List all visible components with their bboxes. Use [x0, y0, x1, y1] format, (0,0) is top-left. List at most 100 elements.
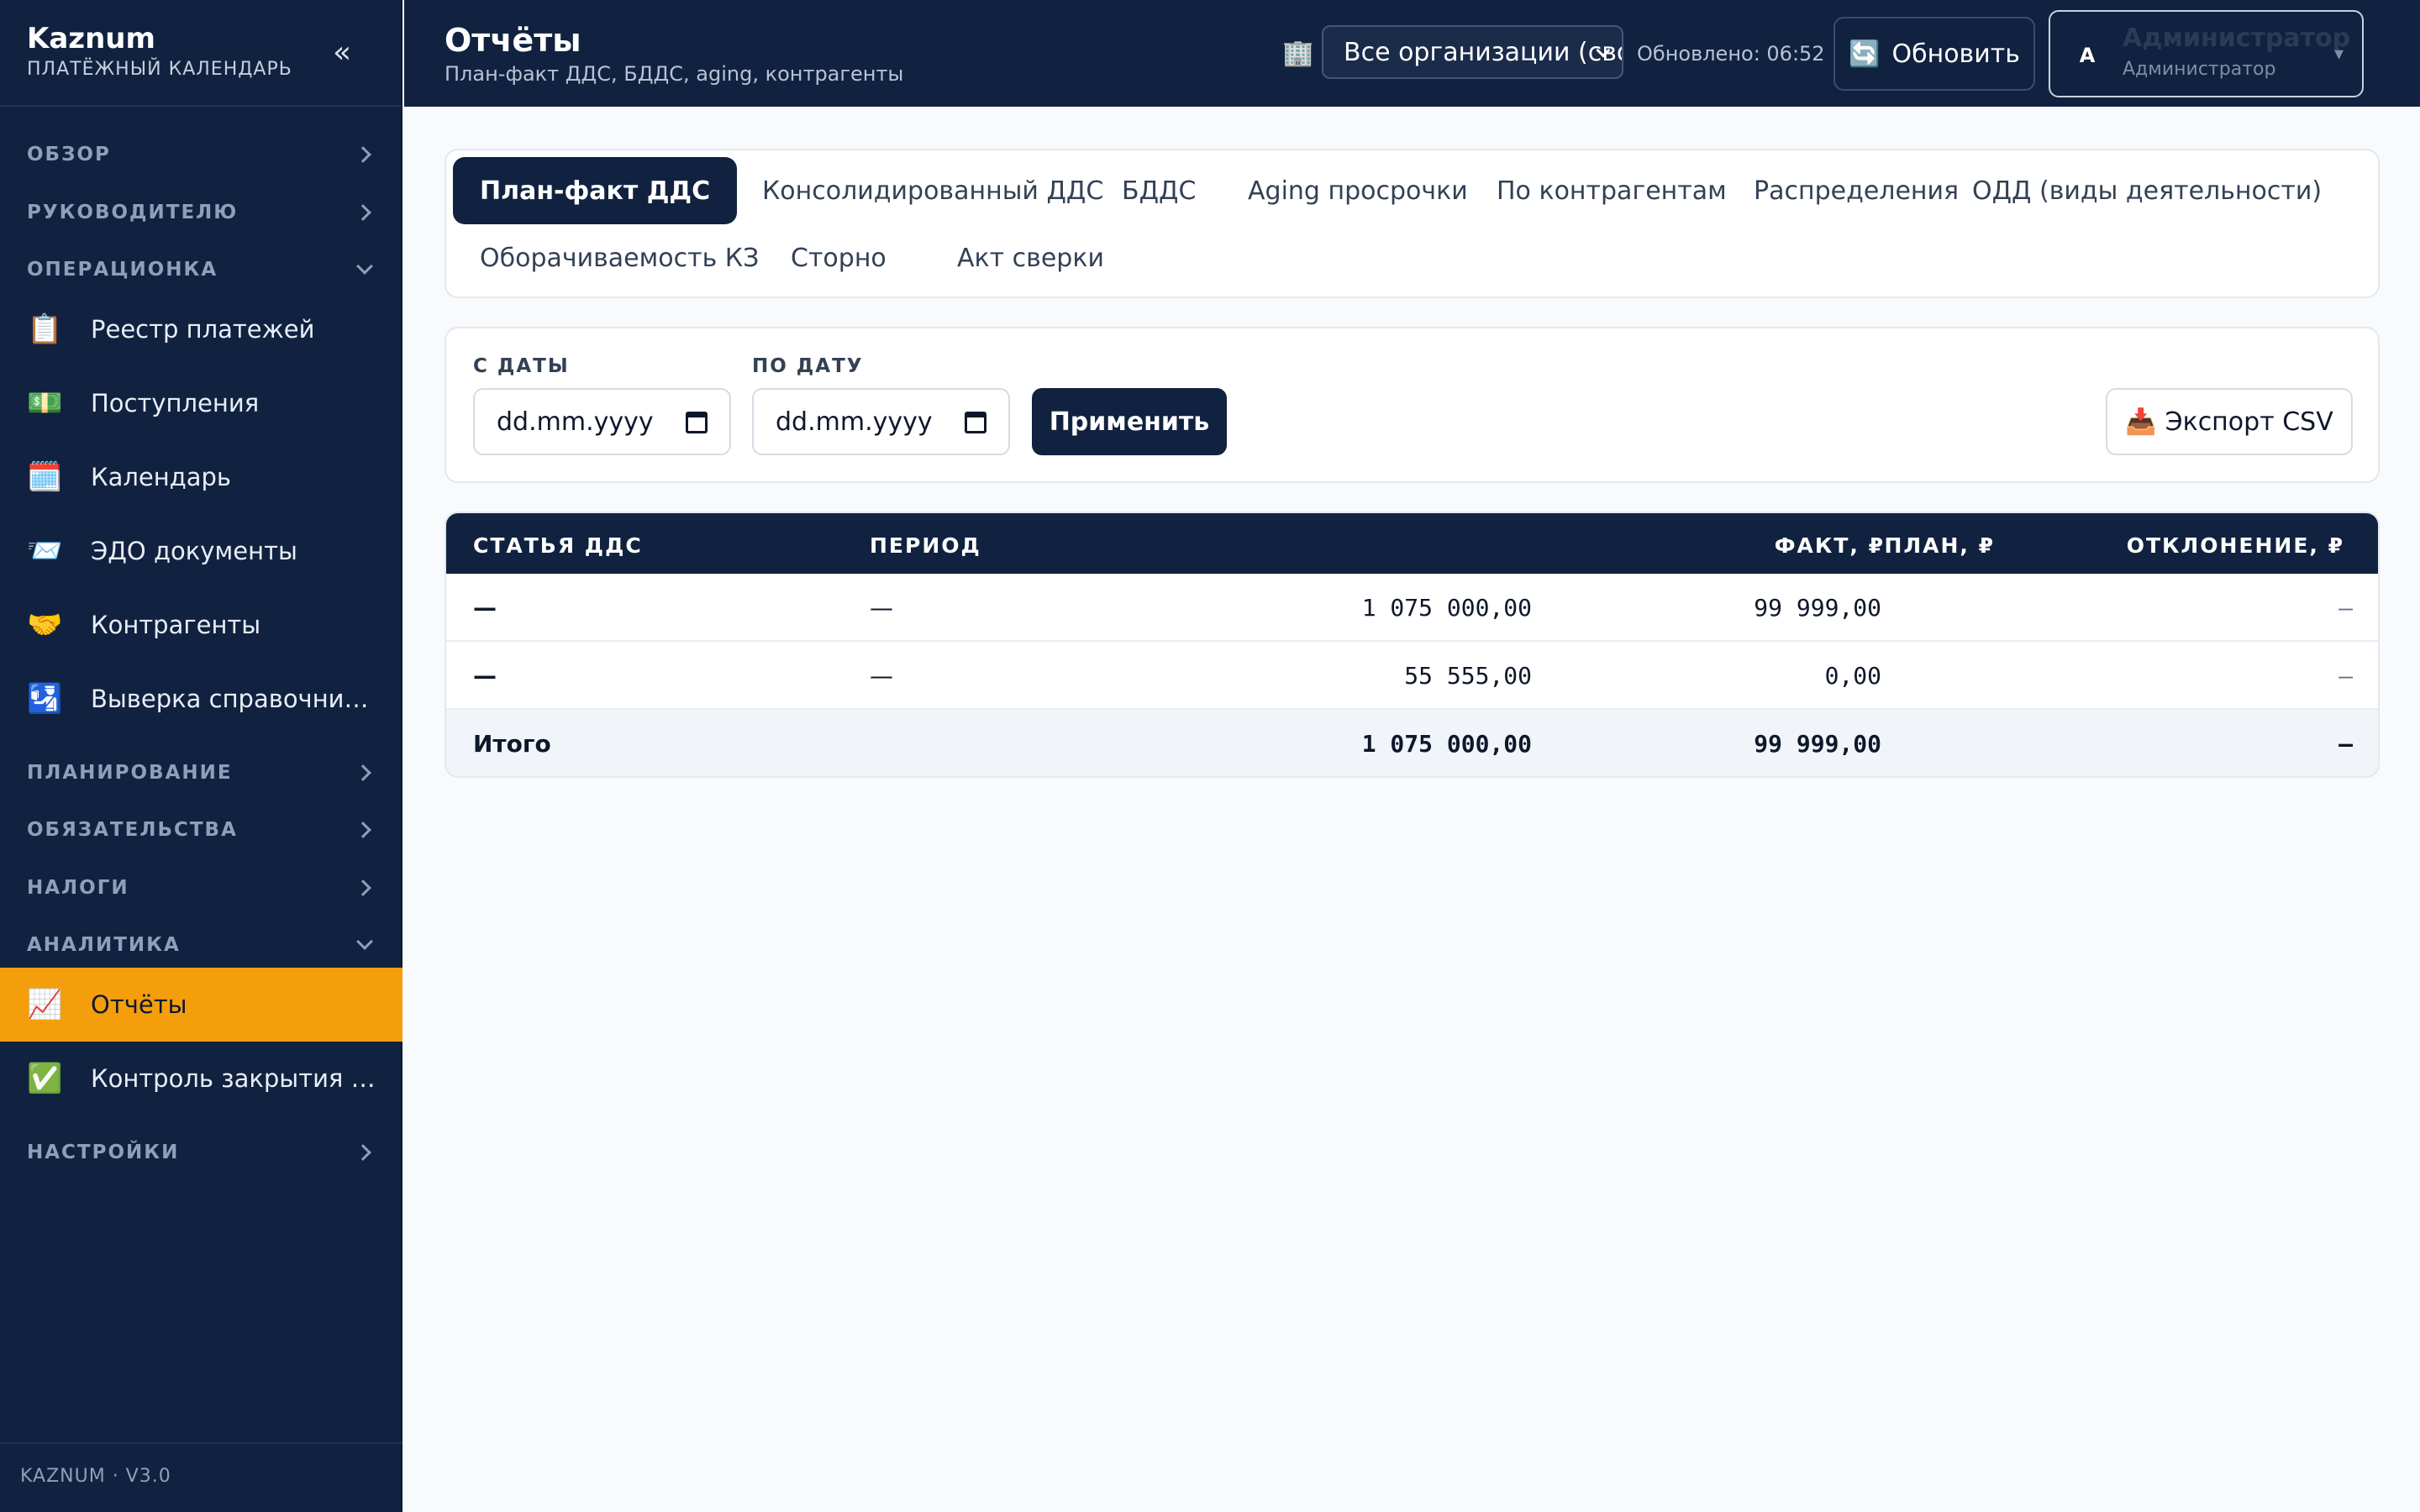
calendar-icon[interactable]: [965, 412, 986, 433]
sidebar-item-label: Контроль закрытия пе...: [91, 1064, 376, 1093]
inbox-tray-icon: 📥: [2125, 407, 2157, 437]
cell-period: —: [870, 594, 893, 622]
table-total-row: Итого 1 075 000,00 99 999,00 —: [446, 710, 2378, 776]
caret-down-icon: ▾: [2333, 44, 2344, 65]
tab-aging[interactable]: Aging просрочки: [1221, 157, 1495, 224]
office-building-icon: 🏢: [1282, 39, 1314, 68]
column-header-deviation[interactable]: ОТКЛОНЕНИЕ, ₽: [2127, 533, 2344, 558]
nav-section-label: НАСТРОЙКИ: [27, 1142, 180, 1163]
chevron-right-icon: [355, 822, 371, 838]
cell-period: —: [870, 662, 893, 690]
nav-section-label: ОПЕРАЦИОНКА: [27, 259, 218, 281]
table-row[interactable]: — — 1 075 000,00 99 999,00 —: [446, 574, 2378, 642]
nav-section-operations[interactable]: ОПЕРАЦИОНКА: [27, 253, 376, 286]
total-plan: 1 075 000,00: [1361, 730, 1532, 758]
cell-plan: 55 555,00: [1404, 662, 1532, 690]
tab-plan-fact[interactable]: План-факт ДДС: [453, 157, 738, 224]
money-icon: 💵: [27, 386, 63, 420]
sidebar-item-payments[interactable]: 📋 Реестр платежей: [0, 292, 402, 366]
page-subtitle: План-факт ДДС, БДДС, aging, контрагенты: [445, 62, 904, 86]
envelope-icon: 📨: [27, 534, 63, 568]
sidebar-item-edo[interactable]: 📨 ЭДО документы: [0, 514, 402, 588]
to-date-label: ПО ДАТУ: [752, 355, 864, 377]
nav-section-taxes[interactable]: НАЛОГИ: [27, 871, 376, 905]
clipboard-icon: 📋: [27, 312, 63, 346]
tab-reconciliation-act[interactable]: Акт сверки: [930, 224, 1131, 291]
tab-consolidated[interactable]: Консолидированный ДДС: [735, 157, 1130, 224]
column-header-period[interactable]: ПЕРИОД: [870, 533, 981, 558]
nav-section-label: РУКОВОДИТЕЛЮ: [27, 202, 239, 223]
brand-name: Kaznum: [27, 22, 155, 55]
chevron-right-icon: [355, 879, 371, 896]
sidebar-item-calendar[interactable]: 🗓️ Календарь: [0, 440, 402, 514]
sidebar-item-reports[interactable]: 📈 Отчёты: [0, 968, 402, 1042]
refresh-icon: 🔄: [1849, 39, 1881, 69]
tab-turnover[interactable]: Оборачиваемость КЗ: [453, 224, 786, 291]
total-fact: 99 999,00: [1754, 730, 1881, 758]
column-header-fact[interactable]: ФАКТ, ₽: [1775, 533, 1885, 558]
nav-section-label: ОБЯЗАТЕЛЬСТВА: [27, 819, 238, 841]
filters-panel: С ДАТЫ dd.mm.yyyy ПО ДАТУ dd.mm.yyyy При…: [445, 327, 2380, 483]
chevron-right-icon: [355, 764, 371, 781]
tab-storno[interactable]: Сторно: [764, 224, 913, 291]
user-menu-button[interactable]: A Администратор Администратор ▾: [2049, 10, 2364, 97]
brand: Kaznum ПЛАТЁЖНЫЙ КАЛЕНДАРЬ «: [0, 0, 401, 107]
avatar: A: [2079, 44, 2096, 67]
export-csv-button[interactable]: 📥 Экспорт CSV: [2106, 388, 2353, 455]
nav-section-overview[interactable]: ОБЗОР: [27, 138, 376, 171]
nav-section-analytics[interactable]: АНАЛИТИКА: [27, 928, 376, 962]
nav-section-label: ОБЗОР: [27, 144, 111, 165]
nav-section-manager[interactable]: РУКОВОДИТЕЛЮ: [27, 196, 376, 229]
refresh-button[interactable]: 🔄 Обновить: [1833, 17, 2035, 91]
sidebar-item-label: Реестр платежей: [91, 315, 315, 344]
calendar-icon[interactable]: [686, 412, 708, 433]
to-date-value: dd.mm.yyyy: [776, 407, 933, 437]
user-name: Администратор: [2123, 24, 2351, 53]
chevron-right-icon: [355, 146, 371, 163]
cell-plan: 1 075 000,00: [1361, 594, 1532, 622]
tab-odd[interactable]: ОДД (виды деятельности): [1945, 157, 2349, 224]
nav-section-label: НАЛОГИ: [27, 877, 129, 899]
user-role: Администратор: [2123, 59, 2276, 80]
tab-by-counterparty[interactable]: По контрагентам: [1470, 157, 1754, 224]
sidebar-item-label: Выверка справочников: [91, 685, 376, 713]
last-updated-text: Обновлено: 06:52: [1637, 42, 1825, 66]
organization-select[interactable]: Все организации (сво: [1322, 25, 1623, 79]
export-csv-label: Экспорт CSV: [2165, 407, 2333, 437]
column-header-article[interactable]: СТАТЬЯ ДДС: [473, 533, 643, 558]
sidebar-item-closing[interactable]: ✅ Контроль закрытия пе...: [0, 1042, 402, 1116]
total-label: Итого: [473, 730, 551, 758]
refresh-button-label: Обновить: [1891, 39, 2020, 69]
nav-section-planning[interactable]: ПЛАНИРОВАНИЕ: [27, 756, 376, 790]
sidebar-item-reconcile[interactable]: 🛂 Выверка справочников: [0, 662, 402, 736]
page-title: Отчёты: [445, 22, 581, 59]
calendar-icon: 🗓️: [27, 460, 63, 494]
sidebar-item-counterparties[interactable]: 🤝 Контрагенты: [0, 588, 402, 662]
tab-bdds[interactable]: БДДС: [1095, 157, 1223, 224]
table-row[interactable]: — — 55 555,00 0,00 —: [446, 642, 2378, 710]
chevron-down-icon: [356, 933, 373, 950]
from-date-input[interactable]: dd.mm.yyyy: [473, 388, 731, 455]
total-deviation: —: [2338, 730, 2353, 758]
sidebar-footer-version: KAZNUM · V3.0: [0, 1442, 402, 1512]
cell-deviation: —: [2338, 594, 2353, 622]
to-date-input[interactable]: dd.mm.yyyy: [752, 388, 1010, 455]
chevron-down-icon: [356, 258, 373, 275]
sidebar-item-receipts[interactable]: 💵 Поступления: [0, 366, 402, 440]
report-tabs: План-факт ДДС Консолидированный ДДС БДДС…: [445, 149, 2380, 298]
from-date-value: dd.mm.yyyy: [497, 407, 654, 437]
nav-section-obligations[interactable]: ОБЯЗАТЕЛЬСТВА: [27, 813, 376, 847]
sidebar-item-label: Отчёты: [91, 990, 187, 1019]
organization-select-value: Все организации (сво: [1344, 37, 1623, 67]
top-header: Отчёты План-факт ДДС, БДДС, aging, контр…: [404, 0, 2420, 107]
brand-subtitle: ПЛАТЁЖНЫЙ КАЛЕНДАРЬ: [27, 59, 292, 80]
collapse-sidebar-button[interactable]: «: [333, 35, 351, 70]
column-header-plan[interactable]: ПЛАН, ₽: [1884, 533, 1995, 558]
sidebar-item-label: ЭДО документы: [91, 537, 297, 565]
sidebar-item-label: Календарь: [91, 463, 232, 491]
nav-section-settings[interactable]: НАСТРОЙКИ: [27, 1136, 376, 1169]
from-date-label: С ДАТЫ: [473, 355, 570, 377]
apply-button[interactable]: Применить: [1032, 388, 1227, 455]
cell-article: —: [473, 594, 497, 622]
cell-deviation: —: [2338, 662, 2353, 690]
